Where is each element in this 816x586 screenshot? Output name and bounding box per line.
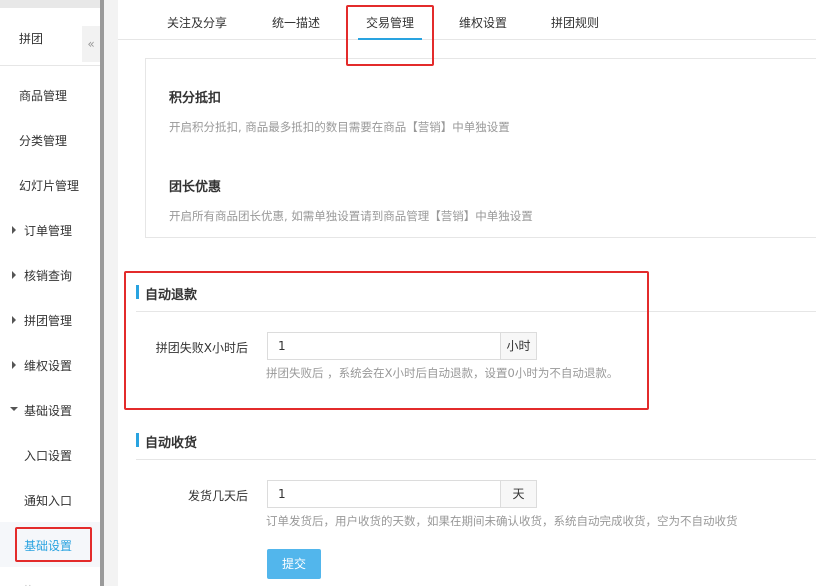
feature-panel: 积分抵扣 开启积分抵扣, 商品最多抵扣的数目需要在商品【营销】中单独设置 团长优… [145,58,816,238]
sidebar-item-label-cutoff: ·· [24,579,32,586]
sidebar-item-label: 通知入口 [24,494,73,508]
hours-unit-addon: 小时 [501,332,537,360]
sidebar-header: 拼团 « [0,8,100,66]
points-desc: 开启积分抵扣, 商品最多抵扣的数目需要在商品【营销】中单独设置 [169,120,510,134]
points-title: 积分抵扣 [169,91,222,106]
caret-right-icon [12,361,16,369]
input-value: 1 [278,487,286,501]
sidebar-item-goods[interactable]: 商品管理 [0,72,100,117]
sidebar-item-label: 拼团管理 [24,314,73,328]
sidebar-item-orders[interactable]: 订单管理 [0,207,100,252]
sidebar-item-label: 入口设置 [24,449,73,463]
auto-refund-label: 拼团失败X小时后 [155,341,248,355]
tab-group-rules[interactable]: 拼团规则 [551,14,599,31]
section-bar [136,285,139,299]
section-bar [136,433,139,447]
sidebar-item-partial[interactable]: ·· [0,567,100,586]
section-divider [136,311,816,312]
sidebar-item-label: 核销查询 [24,269,73,283]
sidebar-item-group-manage[interactable]: 拼团管理 [0,297,100,342]
tab-bar: 关注及分享 统一描述 交易管理 维权设置 拼团规则 [118,0,816,40]
sidebar-item-category[interactable]: 分类管理 [0,117,100,162]
caret-down-icon [10,407,18,411]
sidebar-item-rights[interactable]: 维权设置 [0,342,100,387]
auto-receive-help: 订单发货后，用户收货的天数，如果在期间未确认收货，系统自动完成收货，空为不自动收… [266,514,738,528]
sidebar-subitem-basic-active[interactable]: 基础设置 [0,522,100,567]
auto-receive-title: 自动收货 [145,436,198,451]
sidebar-item-label: 订单管理 [24,224,73,238]
sidebar: 拼团 « 商品管理 分类管理 幻灯片管理 订单管理 核销查询 拼团管理 维权设置… [0,0,104,586]
sidebar-item-label: 商品管理 [19,89,68,103]
auto-refund-hours-input[interactable]: 1 [267,332,501,360]
auto-receive-label: 发货几天后 [187,489,248,503]
sidebar-title: 拼团 [19,32,44,46]
auto-refund-header: 自动退款 [136,272,816,312]
sidebar-item-slides[interactable]: 幻灯片管理 [0,162,100,207]
sidebar-item-label: 基础设置 [24,539,73,553]
days-unit-addon: 天 [501,480,537,508]
active-tab-indicator [358,38,422,40]
tab-follow-share[interactable]: 关注及分享 [167,14,227,31]
sidebar-item-label: 幻灯片管理 [19,179,80,193]
sidebar-scrollbar[interactable] [100,0,104,586]
caret-right-icon [12,226,16,234]
sidebar-subitem-entry[interactable]: 入口设置 [0,432,100,477]
caret-right-icon [12,316,16,324]
auto-receive-days-input[interactable]: 1 [267,480,501,508]
sidebar-item-label: 基础设置 [24,404,73,418]
auto-refund-title: 自动退款 [145,288,198,303]
tab-rights[interactable]: 维权设置 [459,14,507,31]
input-value: 1 [278,339,286,353]
submit-button[interactable]: 提交 [267,549,321,579]
sidebar-item-verify[interactable]: 核销查询 [0,252,100,297]
tab-unified-desc[interactable]: 统一描述 [272,14,320,31]
sidebar-collapse-icon[interactable]: « [82,26,100,62]
sidebar-item-label: 维权设置 [24,359,73,373]
sidebar-subitem-notify[interactable]: 通知入口 [0,477,100,522]
main-content: 关注及分享 统一描述 交易管理 维权设置 拼团规则 积分抵扣 开启积分抵扣, 商… [118,0,816,586]
auto-receive-header: 自动收货 [136,420,816,460]
tab-trade-manage[interactable]: 交易管理 [366,14,414,31]
auto-refund-help: 拼团失败后 ，系统会在X小时后自动退款，设置0小时为不自动退款。 [266,366,619,380]
sidebar-item-basic-settings[interactable]: 基础设置 [0,387,100,432]
section-divider [136,459,816,460]
leader-title: 团长优惠 [169,180,222,195]
sidebar-top-strip [0,0,100,8]
caret-right-icon [12,271,16,279]
sidebar-item-label: 分类管理 [19,134,68,148]
leader-desc: 开启所有商品团长优惠, 如需单独设置请到商品管理【营销】中单独设置 [169,209,533,223]
